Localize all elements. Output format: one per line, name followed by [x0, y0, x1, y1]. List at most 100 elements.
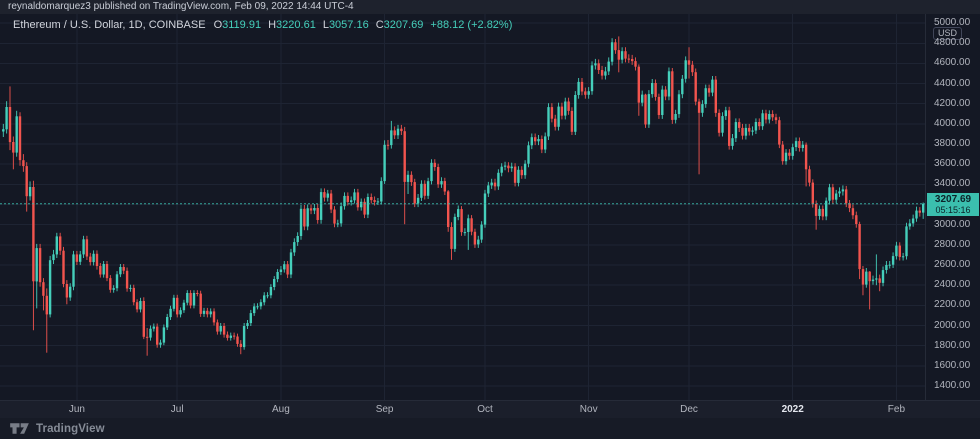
- candlestick-chart[interactable]: [0, 14, 925, 400]
- candle-body: [463, 232, 467, 234]
- candle-body: [42, 282, 45, 296]
- candle-body: [25, 166, 28, 197]
- candle-body: [734, 122, 738, 139]
- candle-body: [604, 71, 607, 76]
- candle-body: [751, 130, 754, 132]
- candle-body: [523, 163, 527, 176]
- candle-body: [453, 216, 457, 249]
- price-tick-label: 4600.00: [934, 57, 971, 69]
- candle-body: [544, 136, 547, 150]
- candle-body: [380, 181, 383, 202]
- candle-body: [45, 295, 48, 315]
- candle-body: [400, 128, 403, 132]
- candle-body: [313, 208, 316, 211]
- candle-body: [881, 270, 885, 283]
- candle-body: [273, 279, 276, 287]
- candle-body: [738, 122, 741, 128]
- candle-body: [8, 107, 12, 143]
- ohlc-high: H3220.61: [268, 19, 316, 31]
- candle-body: [507, 165, 510, 169]
- candle-body: [353, 192, 356, 201]
- candle-body: [644, 94, 647, 125]
- candle-body: [647, 94, 651, 125]
- candle-body: [487, 185, 490, 194]
- candle-body: [607, 61, 610, 72]
- candle-body: [784, 152, 788, 162]
- tradingview-logo-icon[interactable]: [9, 422, 30, 435]
- candle-body: [721, 116, 724, 133]
- brand-name[interactable]: TradingView: [36, 423, 105, 435]
- price-tick-label: 4800.00: [934, 37, 971, 49]
- candle-body: [547, 107, 550, 137]
- attribution-text: reynaldomarquez3 published on TradingVie…: [8, 1, 354, 12]
- price-axis[interactable]: USD 3207.69 05:15:16 5000.00 4800.00 4600.…: [925, 14, 980, 400]
- candle-body: [319, 192, 323, 220]
- candle-body: [105, 264, 109, 279]
- candle-body: [437, 167, 440, 185]
- candle-body: [701, 104, 704, 113]
- candle-body: [339, 206, 343, 224]
- candle-body: [276, 272, 279, 280]
- candle-body: [266, 295, 269, 297]
- candle-body: [229, 335, 232, 338]
- candle-body: [172, 297, 176, 309]
- candle-body: [885, 265, 888, 270]
- chart-pane[interactable]: Ethereum / U.S. Dollar, 1D, COINBASE O311…: [0, 14, 925, 400]
- price-tick-label: 3800.00: [934, 138, 971, 150]
- candle-body: [798, 141, 801, 148]
- candle-body: [416, 197, 420, 204]
- candle-body: [92, 253, 95, 263]
- price-tick-label: 3000.00: [934, 218, 971, 230]
- candle-body: [918, 210, 921, 213]
- candle-body: [493, 182, 497, 187]
- candle-body: [239, 343, 242, 347]
- candle-body: [38, 248, 42, 283]
- candle-body: [627, 58, 630, 60]
- candle-body: [801, 144, 804, 148]
- candle-body: [326, 193, 329, 198]
- price-tick-label: 1800.00: [934, 339, 971, 351]
- candle-body: [396, 128, 400, 136]
- candle-body: [182, 302, 186, 311]
- candle-body: [420, 183, 423, 198]
- price-tick-label: 2000.00: [934, 319, 971, 331]
- time-axis[interactable]: Jun Jul Aug Sep Oct Nov Dec 2022 Feb: [0, 400, 980, 418]
- candle-body: [346, 195, 349, 202]
- candle-body: [557, 106, 560, 127]
- time-tick-label: Dec: [680, 404, 698, 415]
- candle-body: [253, 306, 256, 314]
- candle-body: [447, 191, 450, 227]
- candle-body: [162, 327, 166, 343]
- candle-body: [865, 271, 868, 285]
- candle-body: [684, 60, 687, 79]
- candle-body: [778, 120, 781, 145]
- candle-body: [788, 152, 791, 156]
- candle-body: [781, 144, 784, 162]
- candle-body: [406, 174, 410, 182]
- candle-body: [855, 215, 858, 224]
- price-tick-label: 4200.00: [934, 97, 971, 109]
- candle-body: [159, 342, 162, 345]
- candle-body: [293, 242, 296, 253]
- candle-body: [744, 127, 748, 136]
- time-tick-label: Jul: [170, 404, 184, 415]
- price-tick-label: 5000.00: [934, 17, 971, 29]
- price-tick-label: 2200.00: [934, 299, 971, 311]
- candle-body: [109, 278, 112, 290]
- candle-body: [600, 70, 604, 76]
- candle-body: [289, 252, 293, 275]
- candle-body: [5, 107, 8, 130]
- candle-body: [564, 101, 567, 116]
- candle-body: [497, 172, 500, 187]
- candle-body: [587, 91, 590, 95]
- candle-body: [166, 317, 169, 328]
- candle-body: [895, 245, 898, 257]
- candle-body: [139, 301, 142, 310]
- candle-body: [333, 209, 336, 224]
- time-tick-label: Aug: [271, 404, 290, 415]
- candle-body: [868, 271, 871, 282]
- candle-body: [212, 311, 216, 323]
- candle-body: [731, 138, 734, 146]
- candle-body: [209, 311, 212, 315]
- candle-body: [457, 209, 460, 217]
